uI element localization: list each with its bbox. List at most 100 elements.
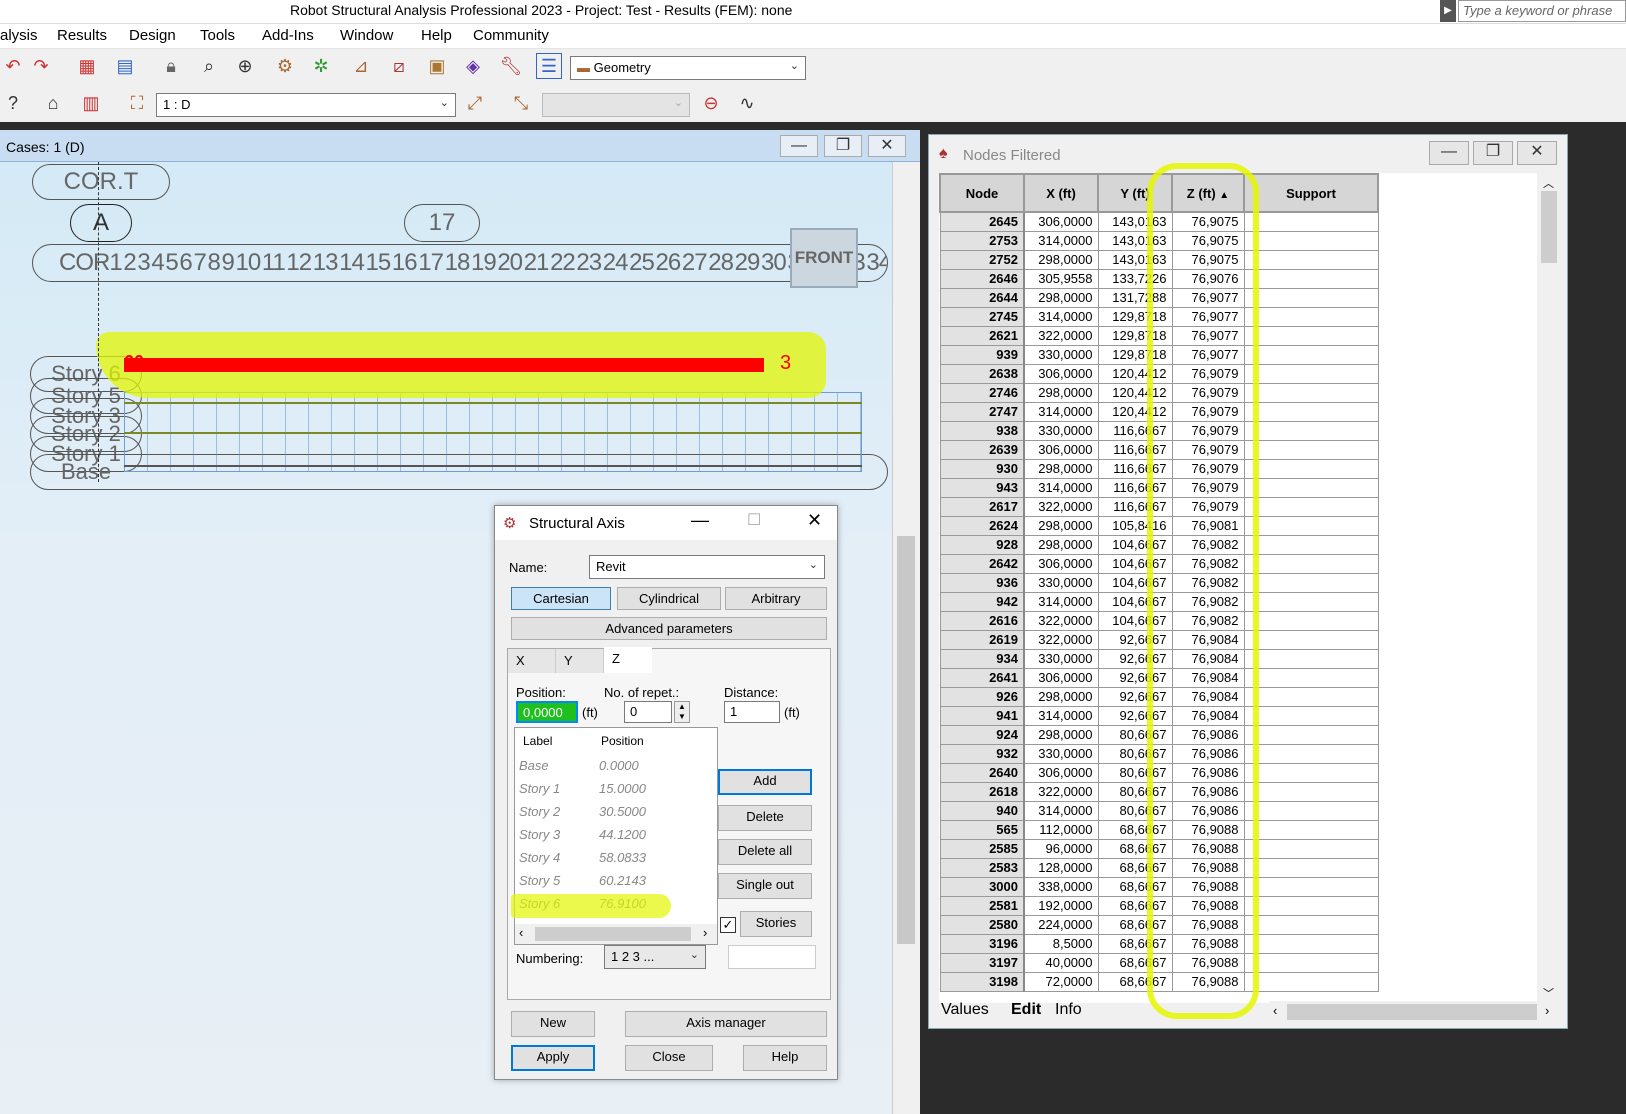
x-cell[interactable]: 314,0000 (1023, 306, 1099, 327)
x-cell[interactable]: 330,0000 (1023, 420, 1099, 441)
x-cell[interactable]: 40,0000 (1023, 952, 1099, 973)
x-cell[interactable]: 298,0000 (1023, 382, 1099, 403)
support-cell[interactable] (1243, 211, 1379, 232)
scroll-thumb[interactable] (897, 536, 915, 944)
support-cell[interactable] (1243, 249, 1379, 270)
x-cell[interactable]: 298,0000 (1023, 458, 1099, 479)
support-cell[interactable] (1243, 401, 1379, 422)
scroll-thumb[interactable] (1287, 1004, 1537, 1020)
minimize-button[interactable]: — (1429, 141, 1469, 165)
structure-icon[interactable]: ⚙ (272, 53, 298, 79)
loads-icon[interactable]: ⧄ (386, 53, 412, 79)
node-cell[interactable]: 2583 (939, 857, 1025, 878)
support-cell[interactable] (1243, 496, 1379, 517)
support-cell[interactable] (1243, 876, 1379, 897)
x-cell[interactable]: 338,0000 (1023, 876, 1099, 897)
node-cell[interactable]: 3196 (939, 933, 1025, 954)
cases-icon[interactable]: ⛶ (124, 90, 150, 116)
node-cell[interactable]: 2639 (939, 439, 1025, 460)
node-cell[interactable]: 2747 (939, 401, 1025, 422)
axis-manager-button[interactable]: Axis manager (625, 1011, 827, 1037)
cylindrical-button[interactable]: Cylindrical (617, 587, 721, 610)
nodes-horizontal-scrollbar[interactable]: ‹ › (1269, 1001, 1559, 1023)
node-cell[interactable]: 2745 (939, 306, 1025, 327)
x-cell[interactable]: 224,0000 (1023, 914, 1099, 935)
x-cell[interactable]: 314,0000 (1023, 705, 1099, 726)
node-cell[interactable]: 2585 (939, 838, 1025, 859)
x-cell[interactable]: 314,0000 (1023, 477, 1099, 498)
scroll-left-icon[interactable]: ‹ (519, 925, 523, 940)
support-cell[interactable] (1243, 648, 1379, 669)
node-cell[interactable]: 2642 (939, 553, 1025, 574)
scroll-right-icon[interactable]: › (703, 925, 707, 940)
support-cell[interactable] (1243, 306, 1379, 327)
calculator-icon[interactable]: ▦ (74, 53, 100, 79)
support-cell[interactable] (1243, 971, 1379, 992)
close-button[interactable]: Close (625, 1045, 713, 1071)
support-cell[interactable] (1243, 819, 1379, 840)
x-cell[interactable]: 298,0000 (1023, 249, 1099, 270)
redo-icon[interactable]: ↷ (28, 53, 54, 79)
list-item[interactable]: Story 3 44.1200 (515, 823, 715, 845)
x-cell[interactable]: 314,0000 (1023, 800, 1099, 821)
menu-tools[interactable]: Tools (200, 27, 235, 44)
x-cell[interactable]: 112,0000 (1023, 819, 1099, 840)
support-cell[interactable] (1243, 534, 1379, 555)
table-icon[interactable]: ▤ (112, 53, 138, 79)
node-cell[interactable]: 932 (939, 743, 1025, 764)
scroll-thumb[interactable] (535, 927, 691, 941)
axis-list[interactable]: Label Position Base 0.0000 Story 1 15.0000 S… (511, 727, 718, 945)
list-hscroll[interactable]: ‹ › (515, 924, 717, 944)
repeat-input[interactable]: 0 (624, 701, 672, 723)
x-cell[interactable]: 306,0000 (1023, 553, 1099, 574)
node-cell[interactable]: 936 (939, 572, 1025, 593)
menu-window[interactable]: Window (340, 27, 393, 44)
node-cell[interactable]: 2640 (939, 762, 1025, 783)
x-cell[interactable]: 306,0000 (1023, 762, 1099, 783)
list-item[interactable]: Story 4 58.0833 (515, 846, 715, 868)
node-cell[interactable]: 2753 (939, 230, 1025, 251)
case-prev-icon[interactable]: ⤡ (508, 90, 534, 116)
tab-edit[interactable]: Edit (1011, 1001, 1041, 1019)
stories-button[interactable]: Stories (740, 911, 812, 937)
stories-checkbox[interactable]: ✓ (720, 917, 736, 933)
node-cell[interactable]: 2618 (939, 781, 1025, 802)
node-cell[interactable]: 2580 (939, 914, 1025, 935)
x-cell[interactable]: 306,0000 (1023, 439, 1099, 460)
x-cell[interactable]: 322,0000 (1023, 610, 1099, 631)
node-cell[interactable]: 3198 (939, 971, 1025, 992)
support-cell[interactable] (1243, 344, 1379, 365)
node-cell[interactable]: 928 (939, 534, 1025, 555)
x-cell[interactable]: 322,0000 (1023, 781, 1099, 802)
measure-icon[interactable]: ⊿ (348, 53, 374, 79)
settings-wrench-icon[interactable]: 🔧︎ (498, 53, 524, 79)
close-button[interactable]: ✕ (868, 135, 906, 157)
node-cell[interactable]: 2641 (939, 667, 1025, 688)
node-cell[interactable]: 934 (939, 648, 1025, 669)
support-cell[interactable] (1243, 686, 1379, 707)
node-cell[interactable]: 2644 (939, 287, 1025, 308)
x-cell[interactable]: 322,0000 (1023, 629, 1099, 650)
node-cell[interactable]: 2621 (939, 325, 1025, 346)
x-cell[interactable]: 306,0000 (1023, 363, 1099, 384)
query-icon[interactable]: ? (0, 90, 26, 116)
scroll-up-icon[interactable]: ︿ (1543, 175, 1554, 191)
tab-z[interactable]: Z (604, 647, 652, 673)
position-input[interactable]: 0,0000 (516, 701, 578, 723)
support-cell[interactable] (1243, 667, 1379, 688)
view-vertical-scrollbar[interactable] (892, 162, 920, 1114)
cartesian-button[interactable]: Cartesian (511, 587, 611, 610)
node-cell[interactable]: 2645 (939, 211, 1025, 232)
col-header-support[interactable]: Support (1243, 173, 1379, 213)
wave-icon[interactable]: ∿ (734, 90, 760, 116)
node-cell[interactable]: 2617 (939, 496, 1025, 517)
x-cell[interactable]: 314,0000 (1023, 591, 1099, 612)
nodes-vertical-scrollbar[interactable]: ︿ ﹀ (1537, 173, 1559, 1003)
numbering-start-input[interactable] (728, 945, 816, 969)
support-cell[interactable] (1243, 515, 1379, 536)
distance-input[interactable]: 1 (724, 701, 780, 723)
add-button[interactable]: Add (718, 769, 812, 795)
node-cell[interactable]: 2619 (939, 629, 1025, 650)
menu-community[interactable]: Community (473, 27, 549, 44)
node-cell[interactable]: 2646 (939, 268, 1025, 289)
